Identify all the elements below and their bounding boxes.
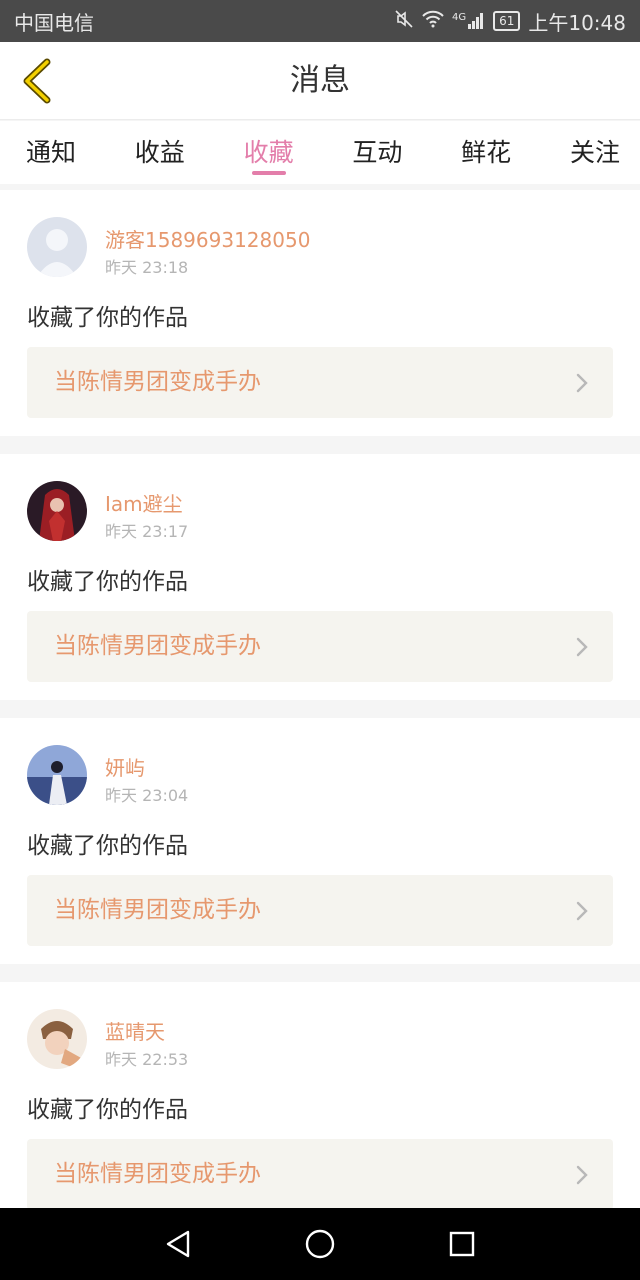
tab-label: 通知 [25,138,76,167]
tab-flowers[interactable]: 鲜花 [451,121,521,184]
action-text: 收藏了你的作品 [27,305,188,331]
tab-label: 关注 [569,138,620,167]
username[interactable]: Iam避尘 [105,488,183,517]
work-link[interactable]: 当陈情男团变成手办 [27,611,613,682]
chevron-right-icon [576,373,588,393]
work-title: 当陈情男团变成手办 [54,369,261,395]
username[interactable]: 游客1589693128050 [105,224,310,253]
chevron-right-icon [576,1165,588,1185]
avatar[interactable] [27,745,87,805]
timestamp: 昨天 23:17 [105,522,189,541]
nav-home-button[interactable] [300,1226,340,1262]
tab-earnings[interactable]: 收益 [125,121,195,184]
tab-interactions[interactable]: 互动 [342,121,412,184]
tab-label: 收益 [134,138,185,167]
square-recent-icon [449,1231,475,1257]
tab-following[interactable]: 关注 [560,121,630,184]
mute-icon [394,9,414,34]
nav-back-button[interactable] [158,1226,198,1262]
work-title: 当陈情男团变成手办 [54,633,261,659]
work-title: 当陈情男团变成手办 [54,1161,261,1187]
system-navigation-bar [0,1208,640,1280]
tab-label: 收藏 [243,138,294,167]
work-link[interactable]: 当陈情男团变成手办 [27,347,613,418]
message-card: 蓝晴天 昨天 22:53 收藏了你的作品 当陈情男团变成手办 [0,982,640,1228]
status-bar: 中国电信 4G 61 上午10:48 [0,0,640,42]
clock: 上午10:48 [528,10,626,35]
tab-favorites[interactable]: 收藏 [234,121,304,184]
carrier-name: 中国电信 [14,10,94,35]
work-link[interactable]: 当陈情男团变成手办 [27,875,613,946]
chevron-right-icon [576,637,588,657]
message-card: Iam避尘 昨天 23:17 收藏了你的作品 当陈情男团变成手办 [0,454,640,700]
avatar[interactable] [27,481,87,541]
tab-label: 鲜花 [461,138,512,167]
tab-bar: 通知 收益 收藏 互动 鲜花 关注 [0,121,640,184]
circle-home-icon [305,1229,335,1259]
battery-icon: 61 [493,11,521,31]
message-card: 游客1589693128050 昨天 23:18 收藏了你的作品 当陈情男团变成… [0,190,640,436]
avatar[interactable] [27,1009,87,1069]
avatar[interactable] [27,217,87,277]
action-text: 收藏了你的作品 [27,833,188,859]
signal-icon: 4G [452,12,485,30]
nav-recent-button[interactable] [442,1226,482,1262]
username[interactable]: 妍屿 [105,752,145,781]
tab-notifications[interactable]: 通知 [16,121,86,184]
tab-label: 互动 [352,138,403,167]
username[interactable]: 蓝晴天 [105,1016,165,1045]
message-card: 妍屿 昨天 23:04 收藏了你的作品 当陈情男团变成手办 [0,718,640,964]
action-text: 收藏了你的作品 [27,1097,188,1123]
chevron-right-icon [576,901,588,921]
active-tab-indicator [251,171,286,175]
app-header: 消息 [0,42,640,120]
timestamp: 昨天 23:04 [105,786,189,805]
action-text: 收藏了你的作品 [27,569,188,595]
triangle-back-icon [166,1230,190,1258]
status-icons: 4G 61 上午10:48 [394,7,626,36]
page-title: 消息 [290,63,350,98]
timestamp: 昨天 23:18 [105,258,189,277]
timestamp: 昨天 22:53 [105,1050,189,1069]
work-link[interactable]: 当陈情男团变成手办 [27,1139,613,1210]
work-title: 当陈情男团变成手办 [54,897,261,923]
message-list: 游客1589693128050 昨天 23:18 收藏了你的作品 当陈情男团变成… [0,190,640,1246]
wifi-icon [422,10,444,33]
network-type: 4G [451,12,467,23]
